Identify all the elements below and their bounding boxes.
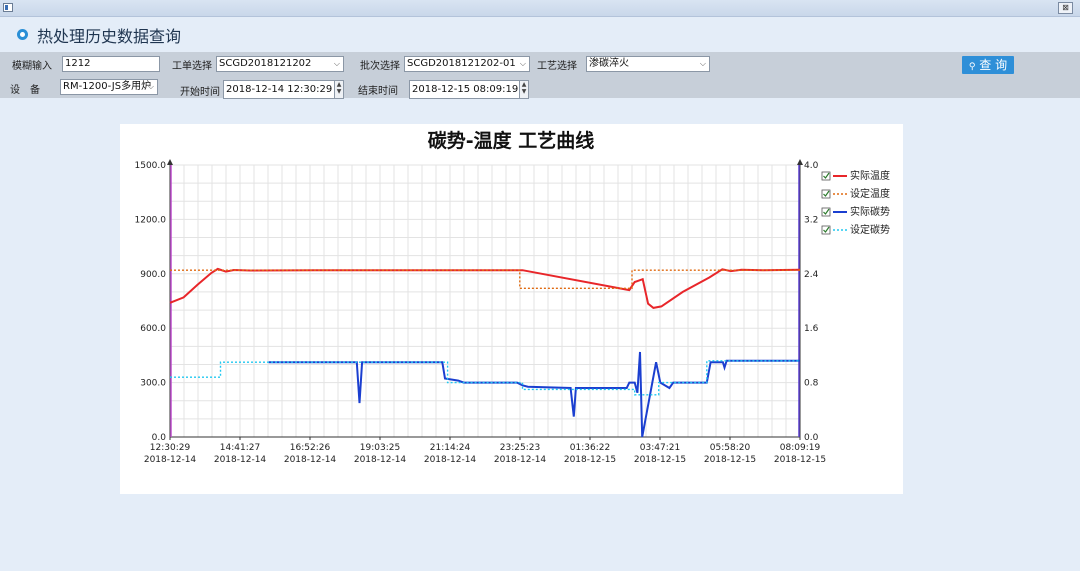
x-tick-label-time: 16:52:26 [290,443,331,453]
start-time-label: 开始时间 [180,87,220,98]
x-tick-label-date: 2018-12-14 [494,455,547,465]
spinner-icon[interactable]: ▲ ▼ [519,81,528,98]
y-right-tick-label: 0.8 [804,379,819,389]
batch-label: 批次选择 [360,61,400,72]
chevron-down-icon: ⌵ [699,59,706,68]
y-right-tick-label: 2.4 [804,270,819,280]
chart-title: 碳势-温度 工艺曲线 [428,129,595,152]
y-left-tick-label: 1200.0 [135,215,167,225]
chart-svg: 碳势-温度 工艺曲线 0.0 300.0 600.0 900.0 1200.0 1500.… [135,129,891,465]
y-right-tick-label: 3.2 [804,215,818,225]
spinner-icon[interactable]: ▲ ▼ [334,81,343,98]
legend-label: 设定温度 [850,187,890,200]
bullet-icon [17,29,28,40]
query-button-label: 查 询 [979,58,1008,72]
window-titlebar: ⊠ [0,0,1080,17]
x-tick-label-date: 2018-12-14 [144,455,197,465]
fuzzy-input-label: 模糊输入 [12,61,52,72]
legend-label: 实际温度 [850,169,890,182]
y-right-tick-label: 4.0 [804,161,819,171]
series-line [169,267,801,309]
fuzzy-input[interactable]: 1212 [62,56,160,72]
x-tick-label-date: 2018-12-15 [564,455,616,465]
chevron-down-icon: ⌵ [519,59,526,68]
y-left-tick-label: 300.0 [140,379,166,389]
x-tick-label-time: 05:58:20 [710,443,751,453]
chevron-down-icon: ⌵ [333,59,340,68]
y-left-tick-label: 0.0 [152,433,167,443]
x-tick-label-time: 19:03:25 [360,443,400,453]
close-icon[interactable]: ⊠ [1058,2,1073,14]
query-button[interactable]: ⚲ 查 询 [962,56,1014,74]
work-order-label: 工单选择 [172,61,212,72]
y-left-tick-label: 600.0 [140,324,166,334]
process-curve-chart: 碳势-温度 工艺曲线 0.0 300.0 600.0 900.0 1200.0 1500.… [120,124,903,494]
work-order-value: SCGD2018121202 [219,58,312,69]
x-tick-label-time: 01:36:22 [570,443,610,453]
search-icon: ⚲ [968,62,976,72]
end-time-picker[interactable]: 2018-12-15 08:09:19 ▲ ▼ [409,80,529,99]
x-tick-label-date: 2018-12-15 [774,455,826,465]
batch-value: SCGD2018121202-01 [407,58,516,69]
y-left-tick-label: 900.0 [140,270,166,280]
device-select[interactable]: RM-1200-JS多用炉 ⌵ [60,79,158,95]
end-time-value: 2018-12-15 08:09:19 [412,84,519,95]
start-time-picker[interactable]: 2018-12-14 12:30:29 ▲ ▼ [223,80,344,99]
x-tick-label-time: 03:47:21 [640,443,680,453]
device-label: 设 备 [10,85,40,96]
process-select[interactable]: 渗碳淬火 ⌵ [586,56,710,72]
y-axis-right-arrow [797,159,803,165]
x-tick-label-date: 2018-12-14 [284,455,337,465]
x-tick-label-date: 2018-12-14 [354,455,407,465]
page-title: 热处理历史数据查询 [37,27,182,46]
device-value: RM-1200-JS多用炉 [63,81,152,92]
end-time-label: 结束时间 [358,86,398,97]
x-tick-label-time: 14:41:27 [220,443,260,453]
start-time-value: 2018-12-14 12:30:29 [226,84,333,95]
legend-label: 实际碳势 [850,205,890,218]
x-tick-label-time: 08:09:19 [780,443,821,453]
x-tick-label-date: 2018-12-15 [634,455,686,465]
x-tick-label-date: 2018-12-14 [214,455,267,465]
x-tick-label-time: 12:30:29 [150,443,191,453]
y-left-tick-label: 1500.0 [135,161,167,171]
y-axis-left-arrow [167,159,173,165]
x-tick-label-date: 2018-12-14 [424,455,477,465]
process-label: 工艺选择 [537,61,577,72]
y-right-tick-label: 1.6 [804,324,819,334]
app-icon [3,3,13,12]
x-tick-label-time: 21:14:24 [430,443,471,453]
page-header: 热处理历史数据查询 [0,17,1080,52]
x-tick-label-time: 23:25:23 [500,443,540,453]
work-order-select[interactable]: SCGD2018121202 ⌵ [216,56,344,72]
legend-label: 设定碳势 [850,223,890,236]
batch-select[interactable]: SCGD2018121202-01 ⌵ [404,56,530,72]
filter-toolbar: 模糊输入 1212 工单选择 SCGD2018121202 ⌵ 批次选择 SCG… [0,52,1080,99]
y-right-tick-label: 0.0 [804,433,819,443]
x-tick-label-date: 2018-12-15 [704,455,756,465]
process-value: 渗碳淬火 [589,58,629,69]
chevron-down-icon: ⌵ [147,82,154,91]
series-line [170,360,800,396]
